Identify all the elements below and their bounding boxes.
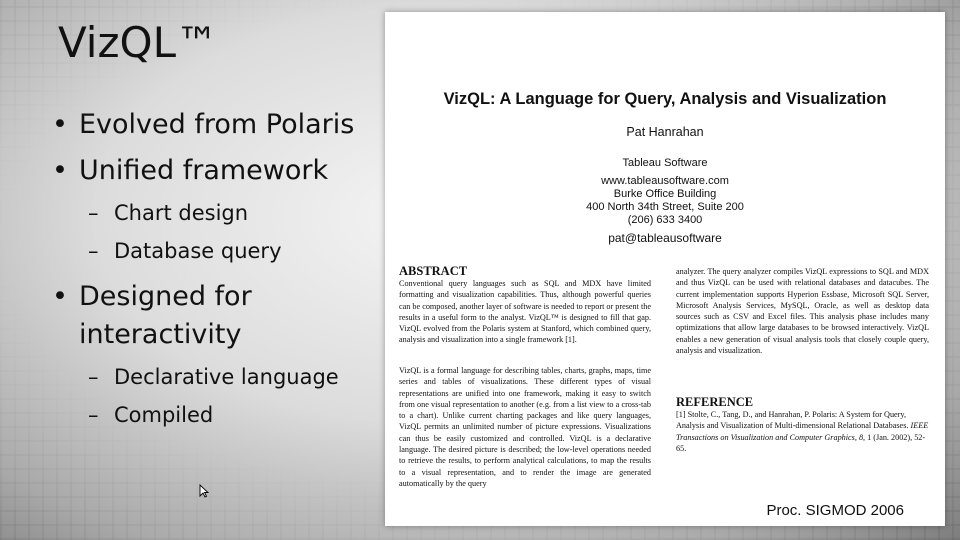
bullet-text: Designed for interactivity: [79, 281, 252, 350]
reference-entry: [1] Stolte, C., Tang, D., and Hanrahan, …: [676, 409, 929, 454]
reference-number: [1]: [676, 410, 686, 419]
paper-building: Burke Office Building: [613, 188, 717, 200]
bullet-text: Evolved from Polaris: [79, 109, 355, 140]
paper-phone: (206) 633 3400: [627, 214, 703, 226]
mouse-cursor-icon: [199, 484, 209, 498]
bullet-evolved-from-polaris: • Evolved from Polaris: [50, 106, 370, 144]
sub-bullet-chart-design: – Chart design: [50, 198, 370, 228]
sub-bullet-text: Database query: [114, 239, 282, 263]
paper-image: VizQL: A Language for Query, Analysis an…: [385, 12, 945, 526]
dash-icon: –: [88, 239, 99, 263]
reference-text: Stolte, C., Tang, D., and Hanrahan, P. P…: [676, 410, 909, 431]
abstract-paragraph-1: Conventional query languages such as SQL…: [399, 279, 651, 345]
sub-bullet-text: Chart design: [114, 201, 249, 225]
sub-bullet-database-query: – Database query: [50, 236, 370, 266]
slide-title: VizQL™: [58, 18, 218, 67]
dash-icon: –: [88, 201, 99, 225]
dash-icon: –: [88, 403, 99, 427]
citation-credit: Proc. SIGMOD 2006: [766, 502, 904, 519]
bullet-dot-icon: •: [52, 281, 68, 312]
bullet-designed-for-interactivity: • Designed for interactivity: [50, 278, 309, 354]
sub-bullet-declarative-language: – Declarative language: [50, 362, 370, 392]
bullet-unified-framework: • Unified framework: [50, 152, 370, 190]
bullet-dot-icon: •: [52, 155, 68, 186]
dash-icon: –: [88, 365, 99, 389]
paper-author: Pat Hanrahan: [626, 125, 704, 139]
reference-heading: REFERENCE: [676, 395, 754, 409]
sub-bullet-compiled: – Compiled: [50, 400, 370, 430]
paper-title: VizQL: A Language for Query, Analysis an…: [443, 90, 887, 108]
sub-bullet-text: Compiled: [114, 403, 214, 427]
paper-affiliation: Tableau Software: [622, 157, 708, 169]
sub-bullet-text: Declarative language: [114, 365, 339, 389]
bullet-list: • Evolved from Polaris • Unified framework…: [50, 106, 370, 438]
paper-email: pat@tableausoftware: [608, 231, 722, 245]
abstract-heading: ABSTRACT: [399, 264, 468, 278]
bullet-text: Unified framework: [79, 155, 329, 186]
paper-street: 400 North 34th Street, Suite 200: [586, 201, 744, 213]
abstract-paragraph-2: VizQL is a formal language for describin…: [399, 366, 651, 488]
right-column-paragraph: analyzer. The query analyzer compiles Vi…: [676, 267, 929, 356]
bullet-dot-icon: •: [52, 109, 68, 140]
paper-website: www.tableausoftware.com: [601, 175, 729, 187]
